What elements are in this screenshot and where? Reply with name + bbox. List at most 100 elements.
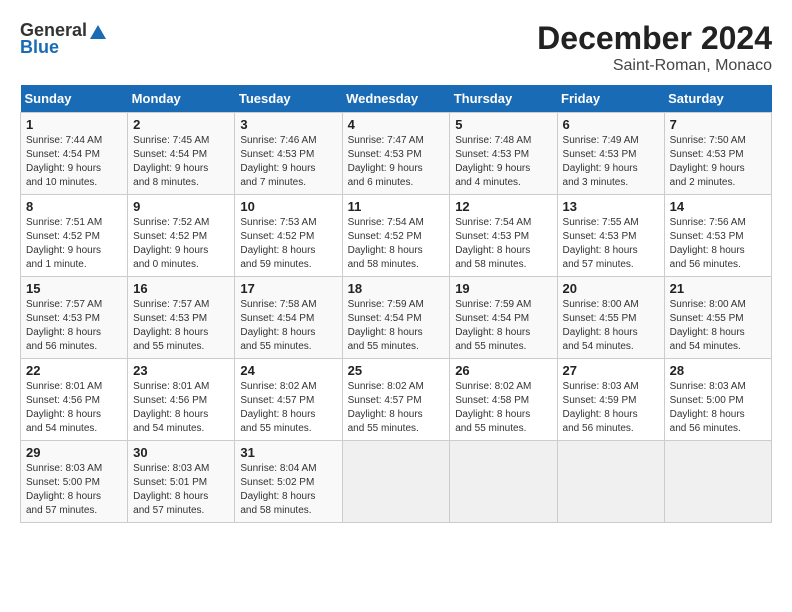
day-info: Sunrise: 7:53 AM Sunset: 4:52 PM Dayligh… <box>240 216 336 272</box>
day-number: 14 <box>670 199 766 214</box>
day-cell: 28 Sunrise: 8:03 AM Sunset: 5:00 PM Dayli… <box>664 359 771 441</box>
day-cell: 25Sunrise: 8:02 AM Sunset: 4:57 PM Dayli… <box>342 359 450 441</box>
day-info: Sunrise: 7:59 AM Sunset: 4:54 PM Dayligh… <box>455 298 551 354</box>
day-number: 29 <box>26 445 122 460</box>
day-info: Sunrise: 8:02 AM Sunset: 4:57 PM Dayligh… <box>348 380 445 436</box>
day-number: 4 <box>348 117 445 132</box>
day-cell <box>557 441 664 523</box>
day-cell: 16Sunrise: 7:57 AM Sunset: 4:53 PM Dayli… <box>128 277 235 359</box>
day-cell: 12 Sunrise: 7:54 AM Sunset: 4:53 PM Dayli… <box>450 195 557 277</box>
day-cell: 14 Sunrise: 7:56 AM Sunset: 4:53 PM Dayli… <box>664 195 771 277</box>
day-cell: 13 Sunrise: 7:55 AM Sunset: 4:53 PM Dayli… <box>557 195 664 277</box>
day-number: 10 <box>240 199 336 214</box>
day-cell: 20 Sunrise: 8:00 AM Sunset: 4:55 PM Dayli… <box>557 277 664 359</box>
day-cell: 1Sunrise: 7:44 AM Sunset: 4:54 PM Daylig… <box>21 113 128 195</box>
day-info: Sunrise: 7:47 AM Sunset: 4:53 PM Dayligh… <box>348 134 445 190</box>
day-info: Sunrise: 7:59 AM Sunset: 4:54 PM Dayligh… <box>348 298 445 354</box>
logo-blue-text: Blue <box>20 37 59 58</box>
day-cell: 31Sunrise: 8:04 AM Sunset: 5:02 PM Dayli… <box>235 441 342 523</box>
day-cell: 10 Sunrise: 7:53 AM Sunset: 4:52 PM Dayli… <box>235 195 342 277</box>
day-number: 11 <box>348 199 445 214</box>
day-number: 16 <box>133 281 229 296</box>
week-row-2: 8 Sunrise: 7:51 AM Sunset: 4:52 PM Daylig… <box>21 195 772 277</box>
day-number: 20 <box>563 281 659 296</box>
day-info: Sunrise: 8:02 AM Sunset: 4:57 PM Dayligh… <box>240 380 336 436</box>
day-cell: 21 Sunrise: 8:00 AM Sunset: 4:55 PM Dayli… <box>664 277 771 359</box>
logo-icon <box>89 23 107 41</box>
day-info: Sunrise: 7:46 AM Sunset: 4:53 PM Dayligh… <box>240 134 336 190</box>
day-number: 3 <box>240 117 336 132</box>
day-number: 23 <box>133 363 229 378</box>
week-row-4: 22 Sunrise: 8:01 AM Sunset: 4:56 PM Dayli… <box>21 359 772 441</box>
day-info: Sunrise: 8:03 AM Sunset: 5:00 PM Dayligh… <box>26 462 122 518</box>
day-cell: 27Sunrise: 8:03 AM Sunset: 4:59 PM Dayli… <box>557 359 664 441</box>
day-info: Sunrise: 8:00 AM Sunset: 4:55 PM Dayligh… <box>563 298 659 354</box>
day-number: 21 <box>670 281 766 296</box>
day-cell: 2 Sunrise: 7:45 AM Sunset: 4:54 PM Daylig… <box>128 113 235 195</box>
day-number: 1 <box>26 117 122 132</box>
title-area: December 2024 Saint-Roman, Monaco <box>537 20 772 75</box>
day-info: Sunrise: 7:56 AM Sunset: 4:53 PM Dayligh… <box>670 216 766 272</box>
day-number: 6 <box>563 117 659 132</box>
day-info: Sunrise: 8:03 AM Sunset: 5:01 PM Dayligh… <box>133 462 229 518</box>
day-number: 19 <box>455 281 551 296</box>
day-number: 24 <box>240 363 336 378</box>
day-info: Sunrise: 8:01 AM Sunset: 4:56 PM Dayligh… <box>133 380 229 436</box>
day-number: 13 <box>563 199 659 214</box>
calendar-table: SundayMondayTuesdayWednesdayThursdayFrid… <box>20 85 772 523</box>
logo: General Blue <box>20 20 107 58</box>
day-number: 27 <box>563 363 659 378</box>
day-number: 30 <box>133 445 229 460</box>
day-number: 17 <box>240 281 336 296</box>
day-number: 31 <box>240 445 336 460</box>
day-cell: 29 Sunrise: 8:03 AM Sunset: 5:00 PM Dayli… <box>21 441 128 523</box>
day-info: Sunrise: 8:02 AM Sunset: 4:58 PM Dayligh… <box>455 380 551 436</box>
day-number: 7 <box>670 117 766 132</box>
month-title: December 2024 <box>537 20 772 57</box>
day-info: Sunrise: 7:52 AM Sunset: 4:52 PM Dayligh… <box>133 216 229 272</box>
week-row-3: 15Sunrise: 7:57 AM Sunset: 4:53 PM Dayli… <box>21 277 772 359</box>
day-cell: 19 Sunrise: 7:59 AM Sunset: 4:54 PM Dayli… <box>450 277 557 359</box>
day-cell: 5Sunrise: 7:48 AM Sunset: 4:53 PM Daylig… <box>450 113 557 195</box>
day-info: Sunrise: 7:57 AM Sunset: 4:53 PM Dayligh… <box>26 298 122 354</box>
day-cell: 15Sunrise: 7:57 AM Sunset: 4:53 PM Dayli… <box>21 277 128 359</box>
calendar-body: 1Sunrise: 7:44 AM Sunset: 4:54 PM Daylig… <box>21 113 772 523</box>
weekday-friday: Friday <box>557 85 664 113</box>
day-number: 9 <box>133 199 229 214</box>
day-cell: 4 Sunrise: 7:47 AM Sunset: 4:53 PM Daylig… <box>342 113 450 195</box>
day-info: Sunrise: 8:00 AM Sunset: 4:55 PM Dayligh… <box>670 298 766 354</box>
day-info: Sunrise: 7:51 AM Sunset: 4:52 PM Dayligh… <box>26 216 122 272</box>
day-cell: 26Sunrise: 8:02 AM Sunset: 4:58 PM Dayli… <box>450 359 557 441</box>
day-cell: 24 Sunrise: 8:02 AM Sunset: 4:57 PM Dayli… <box>235 359 342 441</box>
week-row-1: 1Sunrise: 7:44 AM Sunset: 4:54 PM Daylig… <box>21 113 772 195</box>
day-cell: 7 Sunrise: 7:50 AM Sunset: 4:53 PM Daylig… <box>664 113 771 195</box>
day-info: Sunrise: 7:45 AM Sunset: 4:54 PM Dayligh… <box>133 134 229 190</box>
day-info: Sunrise: 7:50 AM Sunset: 4:53 PM Dayligh… <box>670 134 766 190</box>
day-number: 22 <box>26 363 122 378</box>
day-info: Sunrise: 7:54 AM Sunset: 4:53 PM Dayligh… <box>455 216 551 272</box>
day-number: 12 <box>455 199 551 214</box>
day-cell <box>342 441 450 523</box>
day-number: 28 <box>670 363 766 378</box>
day-info: Sunrise: 7:58 AM Sunset: 4:54 PM Dayligh… <box>240 298 336 354</box>
day-cell: 17 Sunrise: 7:58 AM Sunset: 4:54 PM Dayli… <box>235 277 342 359</box>
day-info: Sunrise: 7:48 AM Sunset: 4:53 PM Dayligh… <box>455 134 551 190</box>
day-number: 2 <box>133 117 229 132</box>
location-title: Saint-Roman, Monaco <box>537 57 772 75</box>
header: General Blue December 2024 Saint-Roman, … <box>20 20 772 75</box>
day-cell: 3 Sunrise: 7:46 AM Sunset: 4:53 PM Daylig… <box>235 113 342 195</box>
day-number: 8 <box>26 199 122 214</box>
day-info: Sunrise: 7:55 AM Sunset: 4:53 PM Dayligh… <box>563 216 659 272</box>
day-info: Sunrise: 7:54 AM Sunset: 4:52 PM Dayligh… <box>348 216 445 272</box>
day-cell: 9 Sunrise: 7:52 AM Sunset: 4:52 PM Daylig… <box>128 195 235 277</box>
weekday-thursday: Thursday <box>450 85 557 113</box>
weekday-wednesday: Wednesday <box>342 85 450 113</box>
weekday-saturday: Saturday <box>664 85 771 113</box>
weekday-sunday: Sunday <box>21 85 128 113</box>
day-info: Sunrise: 7:49 AM Sunset: 4:53 PM Dayligh… <box>563 134 659 190</box>
day-info: Sunrise: 8:03 AM Sunset: 5:00 PM Dayligh… <box>670 380 766 436</box>
day-cell: 11 Sunrise: 7:54 AM Sunset: 4:52 PM Dayli… <box>342 195 450 277</box>
day-cell: 18Sunrise: 7:59 AM Sunset: 4:54 PM Dayli… <box>342 277 450 359</box>
weekday-tuesday: Tuesday <box>235 85 342 113</box>
day-cell: 6 Sunrise: 7:49 AM Sunset: 4:53 PM Daylig… <box>557 113 664 195</box>
